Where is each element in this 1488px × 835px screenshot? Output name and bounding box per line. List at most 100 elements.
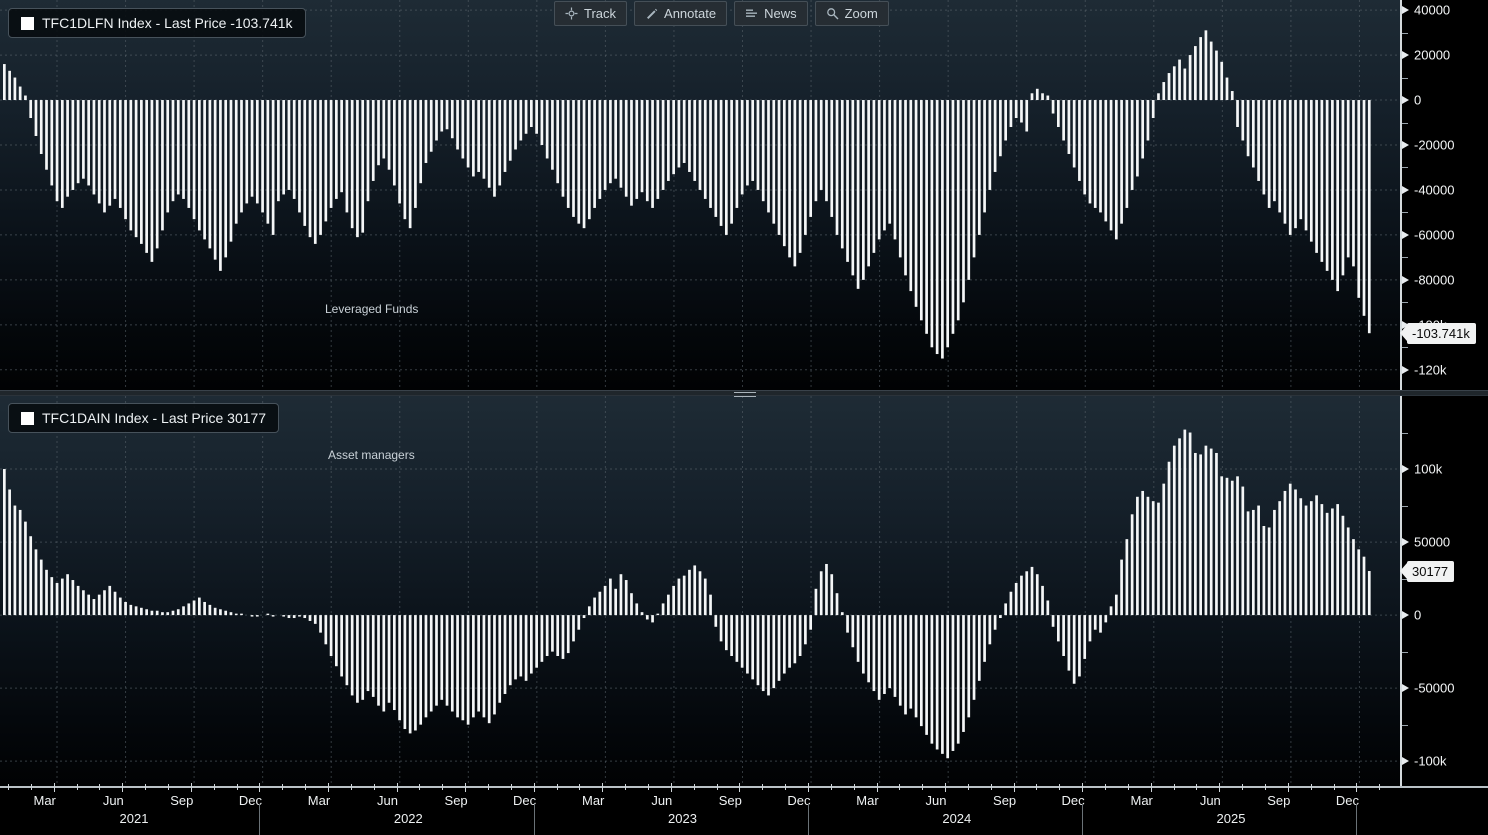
bar: [446, 615, 449, 706]
y-tick-arrow-icon: [1402, 96, 1409, 104]
bar: [509, 100, 512, 161]
bar: [235, 614, 238, 615]
year-divider-line: [534, 804, 535, 835]
bar: [1078, 615, 1081, 676]
bar: [288, 100, 291, 190]
bar: [909, 615, 912, 708]
panel-divider[interactable]: [0, 390, 1488, 396]
x-tick: [785, 784, 786, 790]
y-tick-label: -60000: [1414, 227, 1454, 242]
bar: [525, 100, 528, 134]
bar: [1357, 100, 1360, 298]
bar: [878, 615, 881, 700]
bar: [662, 100, 665, 190]
bar: [356, 100, 359, 237]
panel-asset-managers: TFC1DAIN Index - Last Price 30177 Asset …: [0, 396, 1400, 786]
bar: [614, 100, 617, 179]
bar: [224, 611, 227, 615]
bar: [446, 100, 449, 129]
y-tick-label: 0: [1414, 93, 1421, 108]
bar: [1336, 100, 1339, 291]
bar: [751, 615, 754, 679]
bar: [1284, 100, 1287, 224]
bar: [1357, 549, 1360, 615]
y-tick-arrow-icon: [1402, 186, 1409, 194]
asset-managers-plot[interactable]: [0, 396, 1400, 786]
leveraged-funds-plot[interactable]: [0, 0, 1400, 390]
bar: [435, 100, 438, 140]
bar: [509, 615, 512, 685]
annotate-button[interactable]: Annotate: [634, 1, 727, 26]
bar: [999, 615, 1002, 618]
x-tick: [511, 784, 512, 790]
legend-tfc1dain[interactable]: TFC1DAIN Index - Last Price 30177: [8, 403, 279, 433]
bar: [809, 100, 812, 217]
bar: [662, 603, 665, 615]
bar: [1321, 100, 1324, 262]
bar: [725, 100, 728, 235]
x-tick: [99, 784, 100, 790]
x-tick: [671, 783, 672, 792]
bar: [50, 100, 53, 185]
bar: [440, 615, 443, 700]
bar: [377, 615, 380, 706]
x-tick: [1128, 784, 1129, 790]
x-tick: [465, 783, 466, 792]
bar: [98, 595, 101, 615]
bar: [730, 615, 733, 656]
x-tick: [1356, 783, 1357, 792]
x-tick: [1242, 784, 1243, 790]
bar: [641, 612, 644, 615]
bar: [119, 100, 122, 208]
bar: [504, 615, 507, 694]
track-button[interactable]: Track: [554, 1, 627, 26]
bar: [1157, 503, 1160, 615]
bar: [867, 100, 870, 266]
bar: [77, 586, 80, 615]
year-divider-line: [808, 804, 809, 835]
bar: [1131, 514, 1134, 615]
bar: [530, 615, 533, 673]
legend-label: TFC1DLFN Index - Last Price -103.741k: [42, 15, 293, 31]
news-button[interactable]: News: [734, 1, 808, 26]
bar: [240, 614, 243, 615]
bar: [667, 595, 670, 615]
x-tick: [1219, 783, 1220, 792]
divider-drag-handle-icon[interactable]: [734, 392, 756, 397]
bar: [857, 100, 860, 289]
bar: [361, 615, 364, 700]
bar: [1194, 453, 1197, 615]
bar: [193, 100, 196, 219]
bar: [1147, 497, 1150, 615]
bar: [836, 593, 839, 615]
legend-tfc1dlfn[interactable]: TFC1DLFN Index - Last Price -103.741k: [8, 8, 306, 38]
bar: [1173, 66, 1176, 100]
bar: [1168, 73, 1171, 100]
bar: [351, 100, 354, 228]
bar: [1252, 100, 1255, 167]
x-tick: [991, 784, 992, 790]
bar: [1215, 453, 1218, 615]
y-tick-label: -80000: [1414, 272, 1454, 287]
bar: [214, 100, 217, 260]
bar: [235, 100, 238, 224]
bar: [35, 549, 38, 615]
bar: [973, 615, 976, 700]
bar: [1015, 583, 1018, 615]
bar: [119, 598, 122, 616]
x-year-label: 2022: [394, 811, 423, 826]
bar: [319, 615, 322, 633]
zoom-button[interactable]: Zoom: [815, 1, 889, 26]
bar: [77, 100, 80, 183]
bar: [93, 599, 96, 615]
bar: [298, 615, 301, 616]
bar: [108, 100, 111, 206]
bar: [899, 615, 902, 706]
bar: [1004, 603, 1007, 615]
x-tick: [442, 784, 443, 790]
bar: [40, 560, 43, 616]
x-month-label: Mar: [1130, 793, 1152, 808]
x-tick: [1082, 783, 1083, 792]
bar: [303, 100, 306, 226]
bar: [651, 615, 654, 622]
